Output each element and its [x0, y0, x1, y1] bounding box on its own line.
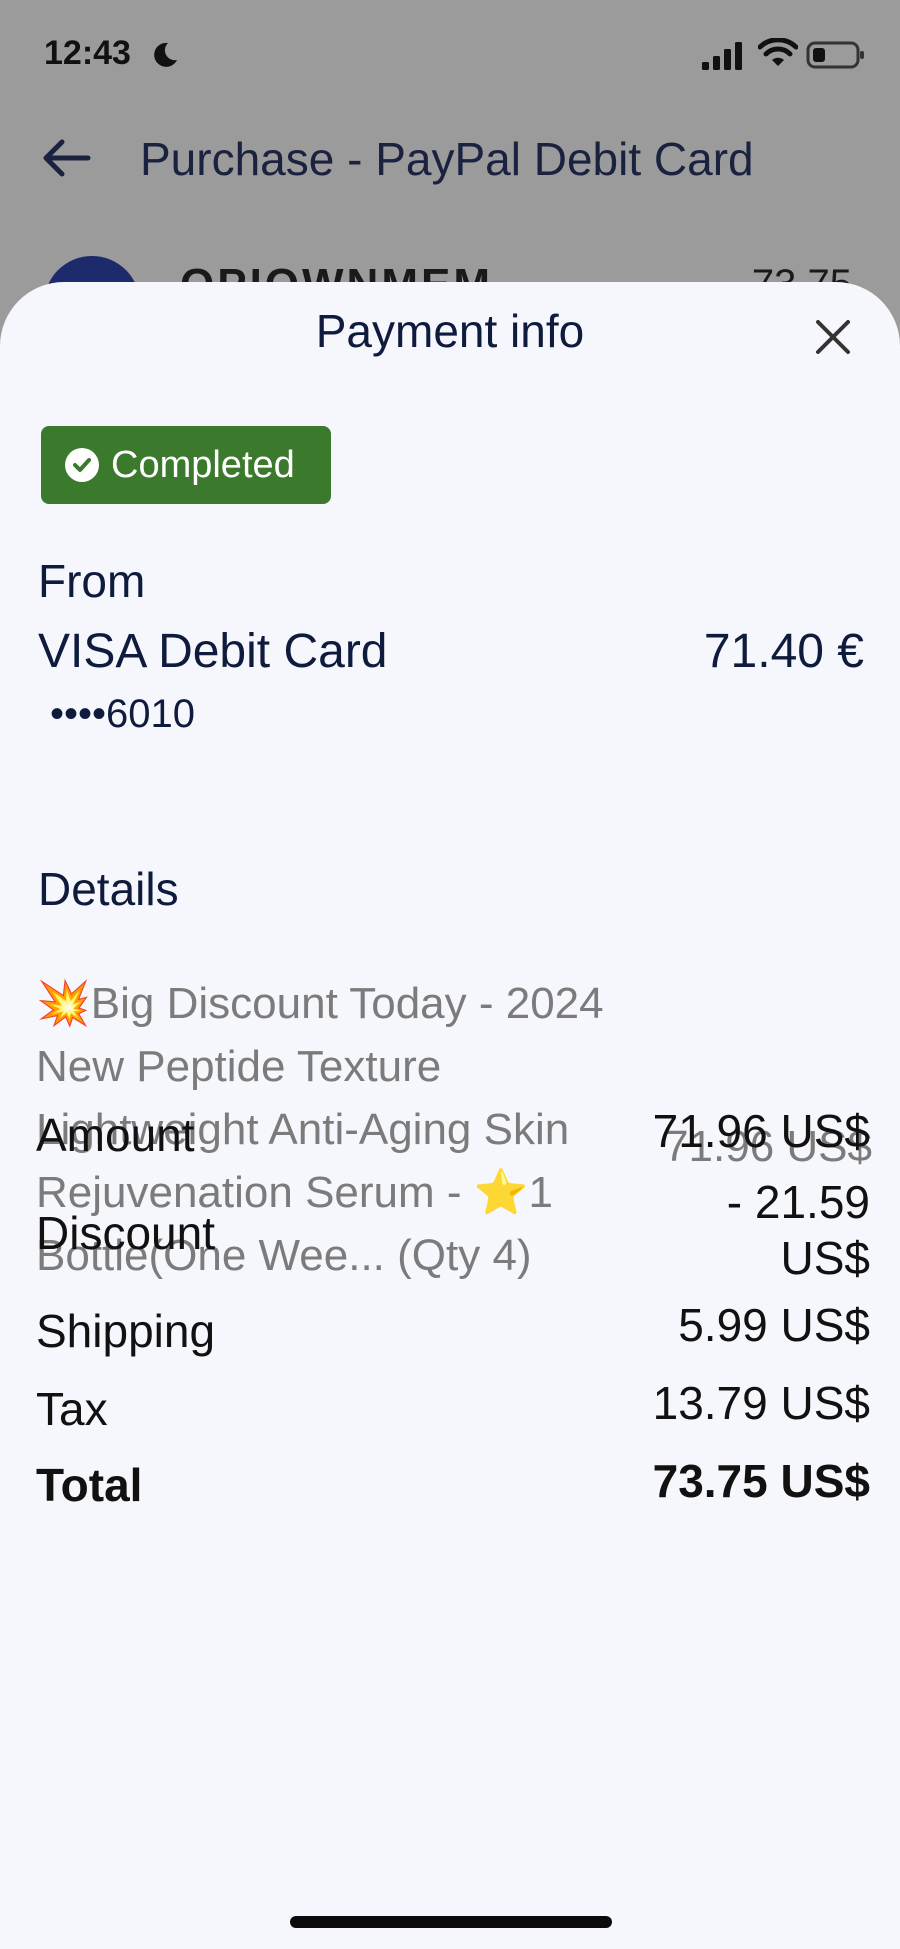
discount-value-amount: - 21.59 — [726, 1176, 870, 1228]
discount-value: - 21.59 US$ — [727, 1174, 870, 1286]
details-label: Details — [38, 863, 179, 915]
tax-value: 13.79 US$ — [652, 1377, 870, 1429]
moon-icon — [154, 42, 177, 67]
amount-value: 71.96 US$ — [652, 1105, 870, 1157]
total-value: 73.75 US$ — [652, 1455, 870, 1507]
shipping-value: 5.99 US$ — [678, 1299, 870, 1351]
shipping-label: Shipping — [36, 1305, 216, 1357]
tax-label: Tax — [36, 1383, 108, 1435]
page-title: Purchase - PayPal Debit Card — [140, 133, 754, 185]
payment-info-sheet: Payment info Completed From VISA Debit C… — [0, 282, 900, 1949]
from-label: From — [38, 555, 146, 607]
status-badge: Completed — [41, 426, 331, 504]
close-icon[interactable] — [808, 312, 858, 362]
discount-value-currency: US$ — [780, 1232, 870, 1284]
battery-icon — [806, 41, 864, 69]
back-arrow-icon[interactable] — [40, 138, 92, 178]
status-badge-label: Completed — [111, 443, 295, 486]
total-label: Total — [36, 1459, 143, 1511]
cellular-signal-icon — [702, 42, 742, 70]
card-amount: 71.40 € — [703, 625, 864, 678]
status-time: 12:43 — [44, 34, 131, 72]
page-header: Purchase - PayPal Debit Card — [0, 120, 900, 200]
sheet-title: Payment info — [315, 305, 585, 357]
amount-label: Amount — [36, 1109, 195, 1161]
card-number: ••••6010 — [50, 692, 195, 736]
home-indicator[interactable] — [290, 1916, 612, 1928]
discount-label: Discount — [36, 1207, 215, 1259]
card-name: VISA Debit Card — [38, 625, 388, 678]
check-circle-icon — [65, 448, 99, 482]
wifi-icon — [758, 38, 798, 66]
status-bar: 12:43 — [0, 0, 900, 110]
